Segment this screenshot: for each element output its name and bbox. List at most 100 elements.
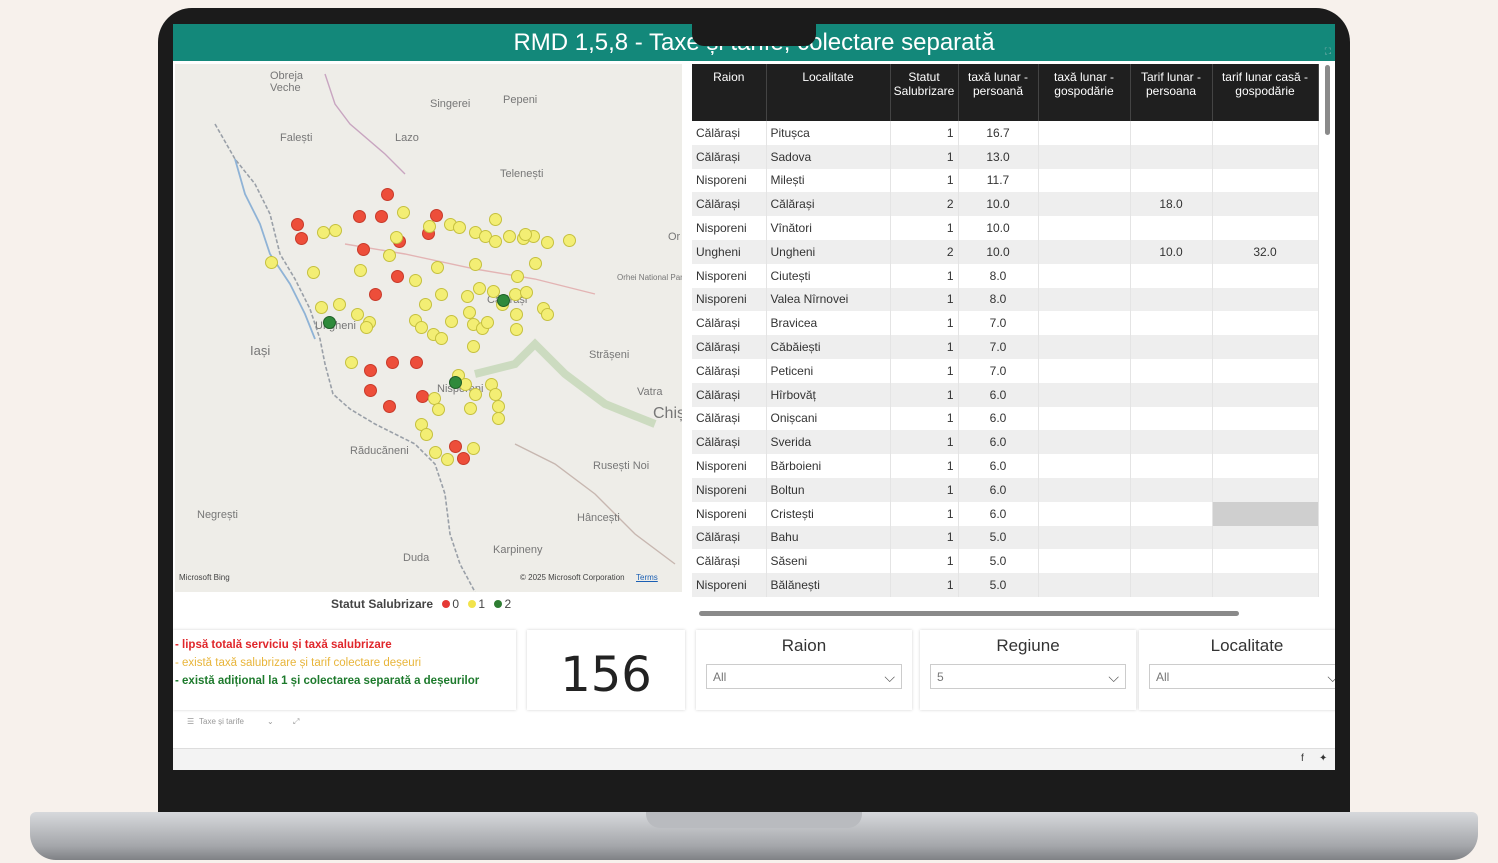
page-tab[interactable]: Taxe și tarife bbox=[199, 717, 244, 726]
regiune-dropdown[interactable]: 5 ⌵ bbox=[930, 664, 1126, 689]
map-marker[interactable] bbox=[423, 220, 436, 233]
table-row[interactable]: Călărași Căbăiești 1 7.0 bbox=[692, 335, 1319, 359]
map-marker[interactable] bbox=[416, 390, 429, 403]
table-row[interactable]: Călărași Onișcani 1 6.0 bbox=[692, 406, 1319, 431]
column-header[interactable]: taxă lunar - gospodărie bbox=[1038, 64, 1131, 121]
map-marker[interactable] bbox=[353, 210, 366, 223]
map-marker[interactable] bbox=[429, 446, 442, 459]
map-marker[interactable] bbox=[351, 308, 364, 321]
map-marker[interactable] bbox=[541, 308, 554, 321]
map-marker[interactable] bbox=[441, 453, 454, 466]
column-header[interactable]: Statut Salubrizare bbox=[890, 64, 959, 121]
map-marker[interactable] bbox=[511, 270, 524, 283]
table-row[interactable]: Ungheni Ungheni 2 10.0 10.0 32.0 bbox=[692, 239, 1319, 264]
map-marker[interactable] bbox=[390, 231, 403, 244]
table-row[interactable]: Călărași Călărași 2 10.0 18.0 bbox=[692, 192, 1319, 217]
map-marker[interactable] bbox=[449, 440, 462, 453]
map-marker[interactable] bbox=[357, 243, 370, 256]
map-marker[interactable] bbox=[529, 257, 542, 270]
map-marker[interactable] bbox=[467, 340, 480, 353]
map-marker[interactable] bbox=[364, 364, 377, 377]
map-marker[interactable] bbox=[481, 316, 494, 329]
table-row[interactable]: Călărași Bravicea 1 7.0 bbox=[692, 311, 1319, 336]
column-header[interactable]: tarif lunar casă - gospodărie bbox=[1212, 64, 1319, 121]
map-marker[interactable] bbox=[435, 288, 448, 301]
map-marker[interactable] bbox=[461, 290, 474, 303]
map-marker[interactable] bbox=[467, 442, 480, 455]
map-marker[interactable] bbox=[473, 282, 486, 295]
localitate-dropdown[interactable]: All ⌵ bbox=[1149, 664, 1335, 689]
map-marker[interactable] bbox=[354, 264, 367, 277]
map-marker[interactable] bbox=[520, 286, 533, 299]
table-row[interactable]: Nisporeni Vînători 1 10.0 bbox=[692, 216, 1319, 240]
map-marker[interactable] bbox=[489, 213, 502, 226]
map-terms-link[interactable]: Terms bbox=[636, 573, 658, 582]
table-row[interactable]: Nisporeni Bărboieni 1 6.0 bbox=[692, 454, 1319, 478]
table-row[interactable]: Călărași Peticeni 1 7.0 bbox=[692, 358, 1319, 383]
map-marker[interactable] bbox=[510, 323, 523, 336]
table-row[interactable]: Nisporeni Bălănești 1 5.0 bbox=[692, 573, 1319, 597]
data-table-visual[interactable]: Raion Localitate Statut Salubrizare taxă lu… bbox=[692, 64, 1328, 618]
table-row[interactable]: Nisporeni Boltun 1 6.0 bbox=[692, 477, 1319, 502]
table-row[interactable]: Călărași Sverida 1 6.0 bbox=[692, 430, 1319, 455]
map-marker[interactable] bbox=[383, 400, 396, 413]
column-header[interactable]: Localitate bbox=[766, 64, 891, 121]
table-horizontal-scrollbar[interactable] bbox=[699, 611, 1239, 616]
map-marker[interactable] bbox=[291, 218, 304, 231]
menu-icon[interactable]: ☰ bbox=[187, 717, 194, 726]
map-marker[interactable] bbox=[453, 221, 466, 234]
map-marker[interactable] bbox=[469, 388, 482, 401]
map-marker[interactable] bbox=[489, 388, 502, 401]
map-marker[interactable] bbox=[397, 206, 410, 219]
map-marker[interactable] bbox=[345, 356, 358, 369]
map-marker[interactable] bbox=[410, 356, 423, 369]
map-marker[interactable] bbox=[375, 210, 388, 223]
map-marker[interactable] bbox=[386, 356, 399, 369]
table-row[interactable]: Călărași Săseni 1 5.0 bbox=[692, 549, 1319, 574]
column-header[interactable]: taxă lunar - persoană bbox=[958, 64, 1039, 121]
map-marker[interactable] bbox=[381, 188, 394, 201]
map-marker[interactable] bbox=[519, 228, 532, 241]
map-marker[interactable] bbox=[329, 224, 342, 237]
map-marker[interactable] bbox=[409, 274, 422, 287]
column-header[interactable]: Tarif lunar - persoana bbox=[1130, 64, 1213, 121]
map-marker[interactable] bbox=[419, 298, 432, 311]
map-marker[interactable] bbox=[307, 266, 320, 279]
map-marker[interactable] bbox=[431, 261, 444, 274]
table-row[interactable]: Nisporeni Cristești 1 6.0 bbox=[692, 501, 1319, 526]
map-marker[interactable] bbox=[510, 308, 523, 321]
map-marker[interactable] bbox=[383, 249, 396, 262]
table-row[interactable]: Nisporeni Valea Nîrnovei 1 8.0 bbox=[692, 287, 1319, 312]
map-marker[interactable] bbox=[435, 332, 448, 345]
table-row[interactable]: Călărași Bahu 1 5.0 bbox=[692, 525, 1319, 550]
map-marker[interactable] bbox=[449, 376, 462, 389]
focus-icon[interactable]: ⛶ bbox=[1325, 46, 1331, 57]
facebook-icon[interactable]: f bbox=[1301, 753, 1304, 764]
expand-icon[interactable]: ⤢ bbox=[293, 717, 299, 727]
table-row[interactable]: Nisporeni Ciutești 1 8.0 bbox=[692, 263, 1319, 288]
map-marker[interactable] bbox=[364, 384, 377, 397]
twitter-icon[interactable]: ✦ bbox=[1319, 753, 1327, 764]
map-marker[interactable] bbox=[391, 270, 404, 283]
map-marker[interactable] bbox=[333, 298, 346, 311]
table-row[interactable]: Nisporeni Milești 1 11.7 bbox=[692, 168, 1319, 193]
table-vertical-scrollbar[interactable] bbox=[1325, 65, 1330, 135]
map-marker[interactable] bbox=[464, 402, 477, 415]
column-header[interactable]: Raion bbox=[692, 64, 767, 121]
table-row[interactable]: Călărași Hîrbovăț 1 6.0 bbox=[692, 382, 1319, 407]
map-marker[interactable] bbox=[295, 232, 308, 245]
map-marker[interactable] bbox=[323, 316, 336, 329]
map-marker[interactable] bbox=[457, 452, 470, 465]
map-marker[interactable] bbox=[563, 234, 576, 247]
map-marker[interactable] bbox=[432, 403, 445, 416]
table-row[interactable]: Călărași Pitușca 1 16.7 bbox=[692, 121, 1319, 145]
raion-dropdown[interactable]: All ⌵ bbox=[706, 664, 902, 689]
map-marker[interactable] bbox=[315, 301, 328, 314]
map-marker[interactable] bbox=[317, 226, 330, 239]
map-marker[interactable] bbox=[265, 256, 278, 269]
chevron-down-icon[interactable]: ⌄ bbox=[267, 717, 274, 726]
map-marker[interactable] bbox=[503, 230, 516, 243]
map-marker[interactable] bbox=[445, 315, 458, 328]
map-marker[interactable] bbox=[492, 412, 505, 425]
map-visual[interactable]: Obreja Veche Singerei Pepeni Falești Laz… bbox=[175, 64, 682, 592]
